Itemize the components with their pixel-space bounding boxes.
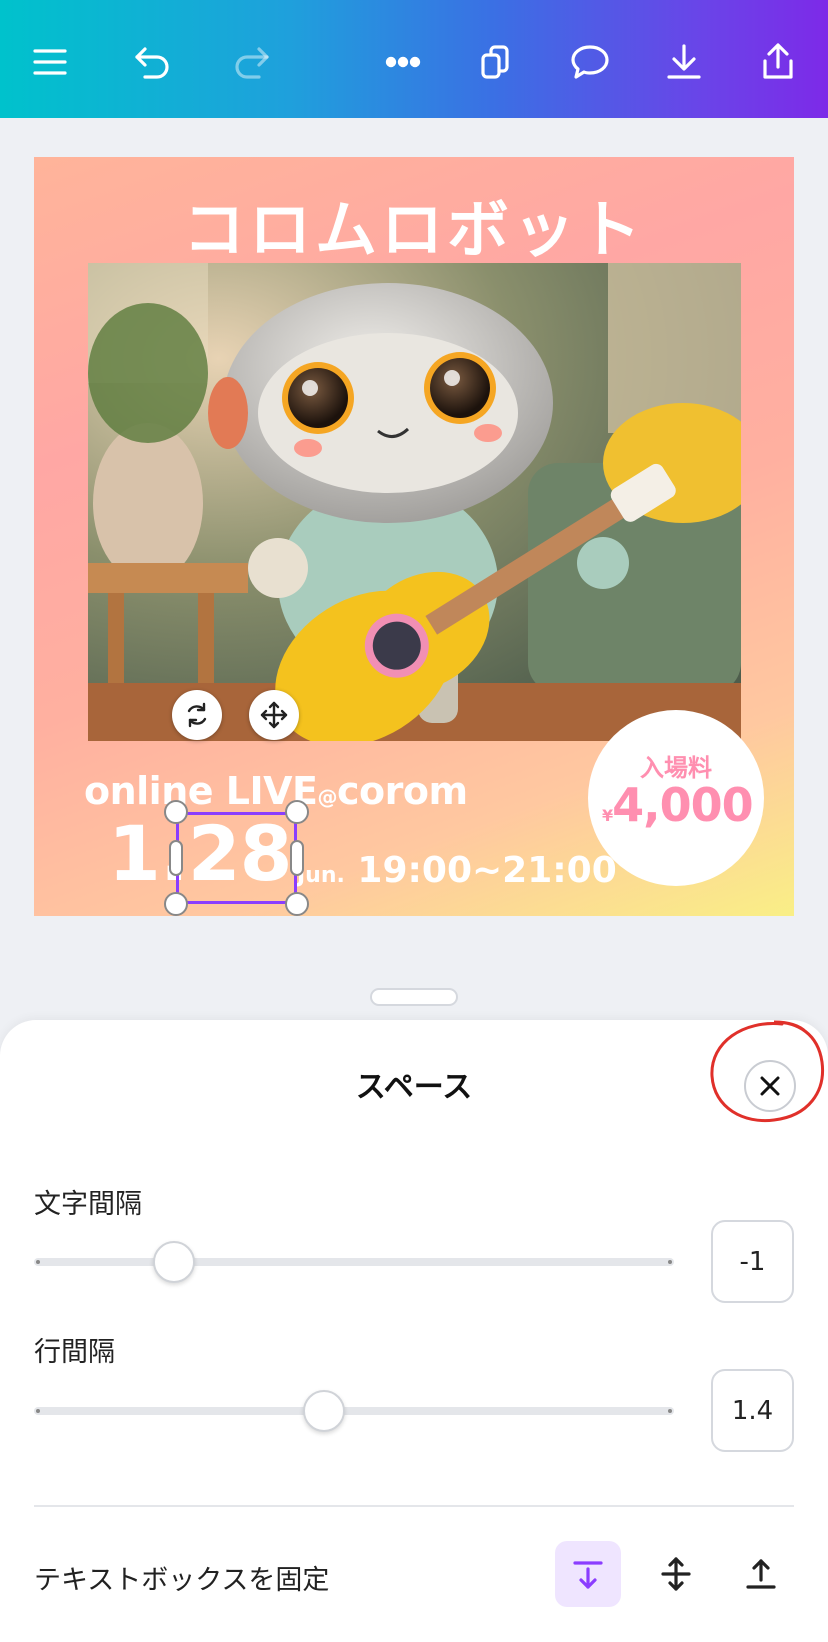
price-badge[interactable]: 入場料 ¥4,000 (588, 710, 764, 886)
price-amount: 4,000 (612, 778, 754, 832)
line-spacing-label: 行間隔 (34, 1337, 115, 1368)
resize-handle-right[interactable] (290, 840, 304, 876)
resize-handle-top-right[interactable] (285, 800, 309, 824)
event-month: Jun. (297, 863, 345, 888)
anchor-top-icon (573, 1561, 603, 1589)
at-mark: @ (317, 785, 337, 809)
resize-handle-bottom-left[interactable] (164, 892, 188, 916)
design-canvas[interactable]: コロムロボット online LIVE@corom 1.28 Jun. 19:0… (34, 157, 794, 916)
more-icon[interactable] (373, 32, 433, 92)
top-toolbar (0, 0, 828, 118)
anchor-bottom-button[interactable] (728, 1541, 794, 1607)
text-selection-box[interactable] (176, 812, 297, 904)
annotation-circle (710, 1020, 825, 1123)
sheet-drag-handle[interactable] (370, 988, 458, 1006)
price-value: ¥4,000 (602, 778, 754, 832)
resize-handle-left[interactable] (169, 840, 183, 876)
online-live-label: online LIVE (84, 769, 318, 813)
move-icon[interactable] (249, 690, 299, 740)
comment-icon[interactable] (560, 32, 620, 92)
menu-icon[interactable] (20, 32, 80, 92)
copy-pages-icon[interactable] (466, 32, 526, 92)
undo-icon[interactable] (122, 32, 182, 92)
event-time-range: 19:00~21:00 (357, 850, 617, 891)
price-currency: ¥ (602, 806, 613, 825)
anchor-middle-button[interactable] (643, 1541, 709, 1607)
anchor-label: テキストボックスを固定 (34, 1565, 330, 1596)
design-title[interactable]: コロムロボット (34, 179, 794, 269)
line-spacing-thumb[interactable] (303, 1390, 345, 1432)
line-spacing-value-input[interactable]: 1.4 (711, 1369, 794, 1452)
download-icon[interactable] (654, 32, 714, 92)
anchor-top-button[interactable] (555, 1541, 621, 1607)
divider (34, 1505, 794, 1507)
letter-spacing-label: 文字間隔 (34, 1189, 142, 1220)
letter-spacing-thumb[interactable] (153, 1241, 195, 1283)
rotate-icon[interactable] (172, 690, 222, 740)
anchor-bottom-icon (746, 1559, 776, 1589)
corom-label: corom (336, 769, 468, 813)
share-icon[interactable] (748, 32, 808, 92)
anchor-middle-icon (661, 1557, 691, 1591)
resize-handle-top-left[interactable] (164, 800, 188, 824)
letter-spacing-slider[interactable] (34, 1258, 674, 1266)
letter-spacing-value-input[interactable]: -1 (711, 1220, 794, 1303)
robot-guitar-photo[interactable] (88, 263, 741, 741)
line-spacing-slider[interactable] (34, 1407, 674, 1415)
redo-icon[interactable] (222, 32, 282, 92)
event-time[interactable]: Jun. 19:00~21:00 (297, 850, 617, 891)
online-live-text[interactable]: online LIVE@corom (84, 769, 468, 813)
resize-handle-bottom-right[interactable] (285, 892, 309, 916)
